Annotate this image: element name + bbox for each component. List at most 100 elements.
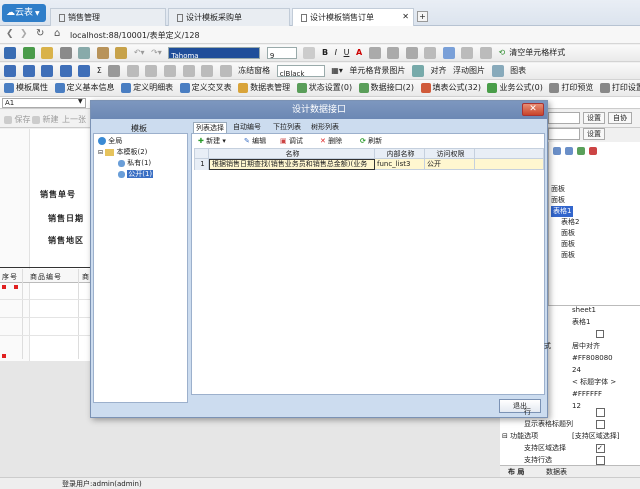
fill-formula-button[interactable]: 填表公式(32) <box>420 80 481 96</box>
property-value[interactable]: 表格1 <box>572 317 590 328</box>
tree-node-table2[interactable]: 表格2 <box>551 217 639 228</box>
font-size-select[interactable]: 9 <box>266 47 297 60</box>
property-value[interactable]: #FF808080 <box>572 353 613 364</box>
align-left-icon[interactable] <box>368 47 381 59</box>
define-detail-button[interactable]: 定义明细表 <box>121 80 173 96</box>
debug-button[interactable]: ▣ 调试 <box>280 136 303 146</box>
grid-icon-4[interactable] <box>59 65 72 77</box>
template-props-button[interactable]: 模板属性 <box>4 80 48 96</box>
new-entry-button[interactable]: 新建 <box>32 114 59 125</box>
data-interface-button[interactable]: 数据接口(2) <box>358 80 414 96</box>
picture-icon[interactable] <box>491 65 504 77</box>
close-tab-icon[interactable]: ✕ <box>402 12 409 21</box>
define-basic-button[interactable]: 定义基本信息 <box>54 80 115 96</box>
property-row[interactable]: 式 居中对齐 <box>500 341 640 352</box>
property-value[interactable] <box>596 456 605 465</box>
print-settings-button[interactable]: 打印设置 <box>599 80 640 96</box>
property-row[interactable]: 表格1 <box>500 317 640 328</box>
property-row[interactable]: ⊟ 功能选项 [支持区域选择] <box>500 431 640 442</box>
valign-bottom-icon[interactable] <box>461 47 474 59</box>
open-icon[interactable] <box>41 47 54 59</box>
dialog-close-button[interactable]: ✕ <box>522 103 544 116</box>
panel-delete-icon[interactable] <box>589 147 597 155</box>
settings-button-2[interactable]: 设置 <box>583 128 605 140</box>
brand-button[interactable]: ☁云表 ▼ <box>2 4 46 22</box>
tab-list-select[interactable]: 列表选择 <box>193 122 227 133</box>
table-row[interactable]: 1 根据销售日期查找(销售业务员和销售总金额)(业务 func_list3 公开 <box>194 159 544 170</box>
grid-icon-3[interactable] <box>41 65 54 77</box>
valign-middle-icon[interactable] <box>442 47 455 59</box>
property-value[interactable]: < 标题字体 > <box>572 377 616 388</box>
prev-entry-button[interactable]: 上一张 <box>62 114 86 125</box>
tree-item-local[interactable]: ⊟ 本模板(2) <box>98 147 147 157</box>
tree-node-panel[interactable]: 面板 <box>551 239 639 250</box>
property-value[interactable] <box>596 330 604 338</box>
color-select[interactable]: clBlack <box>276 65 325 78</box>
align-center-icon[interactable] <box>387 47 400 59</box>
chart-button[interactable]: 图表 <box>510 63 526 79</box>
grid-icon-5[interactable] <box>78 65 91 77</box>
tab-auto-number[interactable]: 自动编号 <box>233 122 261 132</box>
bold-icon[interactable]: B <box>322 45 328 61</box>
property-row[interactable]: 支持区域选择 ✓ <box>500 443 640 454</box>
tab-layout[interactable]: 布 局 <box>508 467 524 477</box>
tab-sales-order-template[interactable]: 设计模板销售订单 ✕ <box>292 8 414 26</box>
tree-node-panel[interactable]: 面板 <box>551 184 639 195</box>
tab-dropdown-list[interactable]: 下拉列表 <box>273 122 301 132</box>
property-row[interactable]: 支持行选 <box>500 455 640 466</box>
insert-col-icon[interactable] <box>163 65 176 77</box>
property-value[interactable]: sheet1 <box>572 305 596 316</box>
settings-button-1[interactable]: 设置 <box>583 112 605 124</box>
sum-button[interactable]: Σ <box>97 63 102 79</box>
tab-datatable[interactable]: 数据表 <box>546 467 567 477</box>
freeze-button[interactable]: 冻结窗格 <box>238 63 270 79</box>
merge-icon[interactable] <box>126 65 139 77</box>
brush-icon[interactable] <box>115 47 128 59</box>
panel-tool-icon[interactable] <box>565 147 573 155</box>
tab-sales-management[interactable]: 销售管理 <box>50 8 166 26</box>
bg-image-button[interactable]: 单元格背景图片 <box>349 63 405 79</box>
tree-item-all[interactable]: 全局 <box>98 136 122 146</box>
property-value[interactable]: #FFFFFF <box>572 389 602 400</box>
panel-tool-icon[interactable] <box>577 147 585 155</box>
insert-row-icon[interactable] <box>145 65 158 77</box>
forward-icon[interactable]: ❯ <box>20 29 28 39</box>
property-row[interactable]: 24 <box>500 365 640 376</box>
panel-tool-icon[interactable] <box>553 147 561 155</box>
align-button[interactable]: 对齐 <box>430 63 446 79</box>
right-input-2[interactable] <box>548 128 580 140</box>
font-grow-icon[interactable] <box>303 47 316 59</box>
edit-button[interactable]: ✎ 编辑 <box>244 136 266 146</box>
auto-button[interactable]: 自协 <box>608 112 632 124</box>
row-name[interactable]: 根据销售日期查找(销售业务员和销售总金额)(业务 <box>209 159 375 170</box>
italic-icon[interactable]: I <box>335 45 337 61</box>
tree-node-table1[interactable]: 表格1 <box>551 206 574 217</box>
image-icon[interactable] <box>411 65 424 77</box>
refresh-icon[interactable]: ↻ <box>36 28 44 39</box>
tree-item-public[interactable]: 公开(1) <box>118 169 154 179</box>
define-cross-button[interactable]: 定义交叉表 <box>179 80 232 96</box>
font-name-select[interactable]: Tahoma <box>168 47 261 60</box>
copy-icon[interactable] <box>78 47 91 59</box>
paste-icon[interactable] <box>96 47 109 59</box>
tree-node-panel[interactable]: 面板 <box>551 228 639 239</box>
underline-icon[interactable]: U <box>344 45 350 61</box>
save-icon[interactable] <box>4 47 16 59</box>
collapse-icon[interactable]: ⊟ <box>98 149 103 156</box>
property-row[interactable] <box>500 329 640 340</box>
property-value[interactable]: 居中对齐 <box>572 341 600 352</box>
property-row[interactable]: #FFFFFF <box>500 389 640 400</box>
property-row[interactable]: 行 <box>500 407 640 418</box>
new-tab-button[interactable]: + <box>417 11 428 22</box>
tab-tree-list[interactable]: 树形列表 <box>311 122 339 132</box>
home-icon[interactable]: ⌂ <box>54 28 60 39</box>
address-text[interactable]: localhost:88/10001/表单定义/128 <box>70 30 200 41</box>
tree-item-private[interactable]: 私有(1) <box>118 158 151 168</box>
tree-node-panel[interactable]: 面板 <box>551 195 639 206</box>
wrap-icon[interactable] <box>480 47 492 59</box>
tree-node-panel[interactable]: 面板 <box>551 250 639 261</box>
new-button[interactable]: ✚ 新建 ▾ <box>198 136 226 146</box>
property-value[interactable]: [支持区域选择] <box>572 431 619 442</box>
sort-icon[interactable] <box>108 65 121 77</box>
fill-icon[interactable] <box>219 65 232 77</box>
